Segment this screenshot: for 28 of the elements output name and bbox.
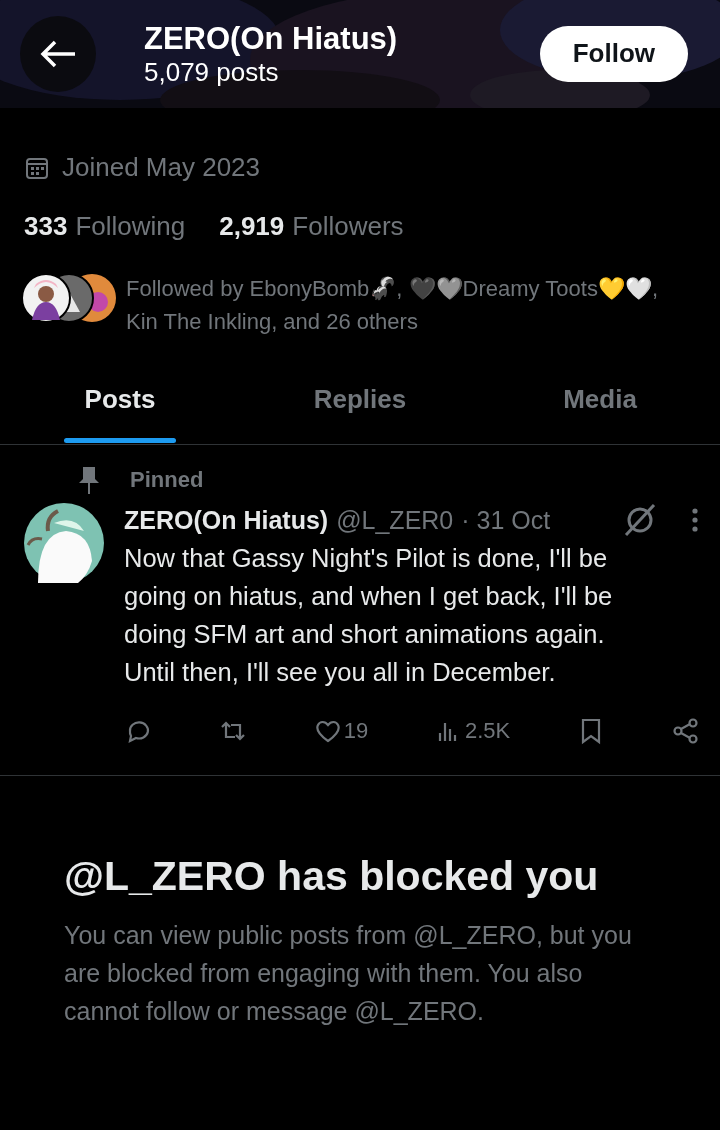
join-date: Joined May 2023 [62,152,261,184]
back-arrow-icon [39,39,77,69]
profile-tab[interactable]: Replies [240,364,480,445]
author-name: ZERO(On Hiatus) [124,505,329,536]
more-options-button[interactable] [690,507,700,534]
more-icon [690,507,700,534]
like-button[interactable]: 19 [313,717,369,746]
follow-button[interactable]: Follow [539,26,688,82]
stat-count: 2,919 [219,211,285,243]
share-icon [671,717,700,746]
pinned-label: Pinned [130,467,204,494]
profile-name: ZERO(On Hiatus) [144,19,398,57]
post-count: 5,079 posts [144,57,280,89]
profile-tab[interactable]: Media [480,364,720,445]
post-date: · 31 Oct [461,505,551,536]
author-handle: @L_ZER0 [336,505,454,536]
views-button[interactable]: 2.5K [435,717,511,746]
stat-count: 333 [24,211,68,243]
slashed-circle-icon [622,503,658,538]
stat-label: Followers [292,211,404,243]
profile-tab[interactable]: Posts [0,364,240,445]
blocked-heading: @L_ZERO has blocked you [64,852,600,902]
post-text: Now that Gassy Night's Pilot is done, I'll be going on hiatus, and when I get back, I'll be doing SFM art and short animations again. Until then, I'll see you all in December. [124,543,614,689]
followed-by-text: Followed by EbonyBomb🦨, 🖤🩶Dreamy Toots💛🤍, Kin The Inkling, and 26 others [126,275,659,337]
stat-label: Following [75,211,186,243]
pin-icon [78,465,100,496]
share-button[interactable] [671,717,700,746]
blocked-message: You can view public posts from @L_ZERO, but you are blocked from engaging with them. You also cannot follow or message @L_ZERO. [64,919,633,1027]
